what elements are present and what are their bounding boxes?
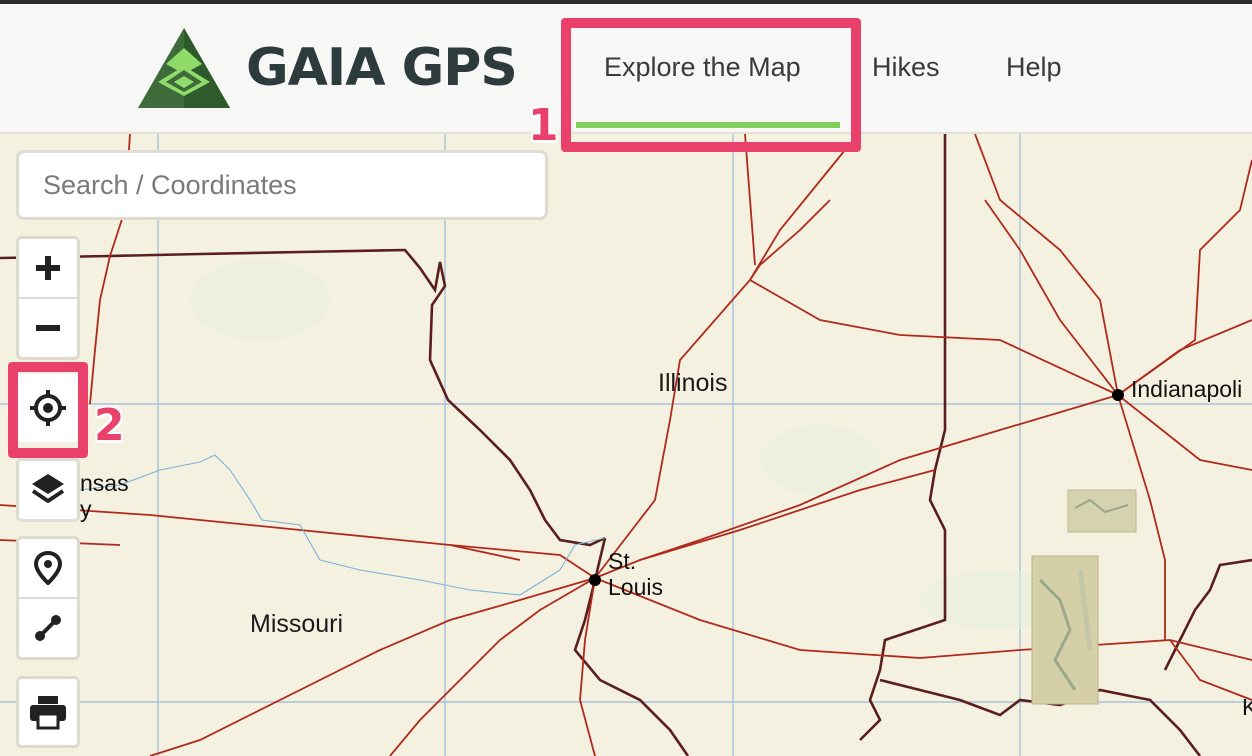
city-label-edge: K xyxy=(1242,694,1252,720)
print-button[interactable] xyxy=(19,679,77,745)
zoom-controls xyxy=(16,236,80,360)
rivers xyxy=(79,454,606,596)
step-number-2: 2 xyxy=(94,400,125,451)
route-icon xyxy=(35,615,61,641)
city-label-kansas-city: nsas y xyxy=(80,470,129,522)
logo-text: GAIA GPS xyxy=(246,38,518,98)
layers-icon xyxy=(31,474,65,503)
gaia-logo[interactable]: GAIA GPS xyxy=(136,26,518,110)
city-label-kansas-line1: nsas xyxy=(80,470,129,496)
step-number-1: 1 xyxy=(528,100,559,151)
nav-help[interactable]: Help xyxy=(1006,52,1062,83)
layers-button[interactable] xyxy=(19,461,77,519)
zoom-out-button[interactable] xyxy=(19,297,77,357)
highlight-box-explore xyxy=(561,18,861,152)
city-label-kansas-line2: y xyxy=(80,496,92,522)
nav-hikes[interactable]: Hikes xyxy=(872,52,940,83)
map-pin-icon xyxy=(33,551,63,585)
city-label-st-louis-line2: Louis xyxy=(608,574,663,600)
draw-tools xyxy=(16,536,80,660)
city-label-st-louis-line1: St. xyxy=(608,548,637,574)
highlight-box-locate xyxy=(8,362,88,458)
draw-route-button[interactable] xyxy=(19,597,77,657)
st-louis-dot xyxy=(589,574,601,586)
printer-icon xyxy=(30,696,66,730)
map-canvas[interactable] xyxy=(0,134,1252,756)
city-label-indianapolis: Indianapoli xyxy=(1131,376,1243,402)
city-label-st-louis: St. Louis xyxy=(608,548,663,600)
state-label-missouri: Missouri xyxy=(250,610,344,638)
minus-icon xyxy=(36,325,60,331)
indianapolis-dot xyxy=(1112,389,1124,401)
search-input[interactable]: Search / Coordinates xyxy=(16,150,548,220)
map-tiles xyxy=(1031,489,1137,705)
mountain-logo-icon xyxy=(138,28,230,108)
add-waypoint-button[interactable] xyxy=(19,539,77,597)
print-control xyxy=(16,676,80,748)
zoom-in-button[interactable] xyxy=(19,239,77,297)
plus-icon xyxy=(36,256,60,280)
state-label-illinois: Illinois xyxy=(658,369,728,397)
layers-control xyxy=(16,458,80,522)
